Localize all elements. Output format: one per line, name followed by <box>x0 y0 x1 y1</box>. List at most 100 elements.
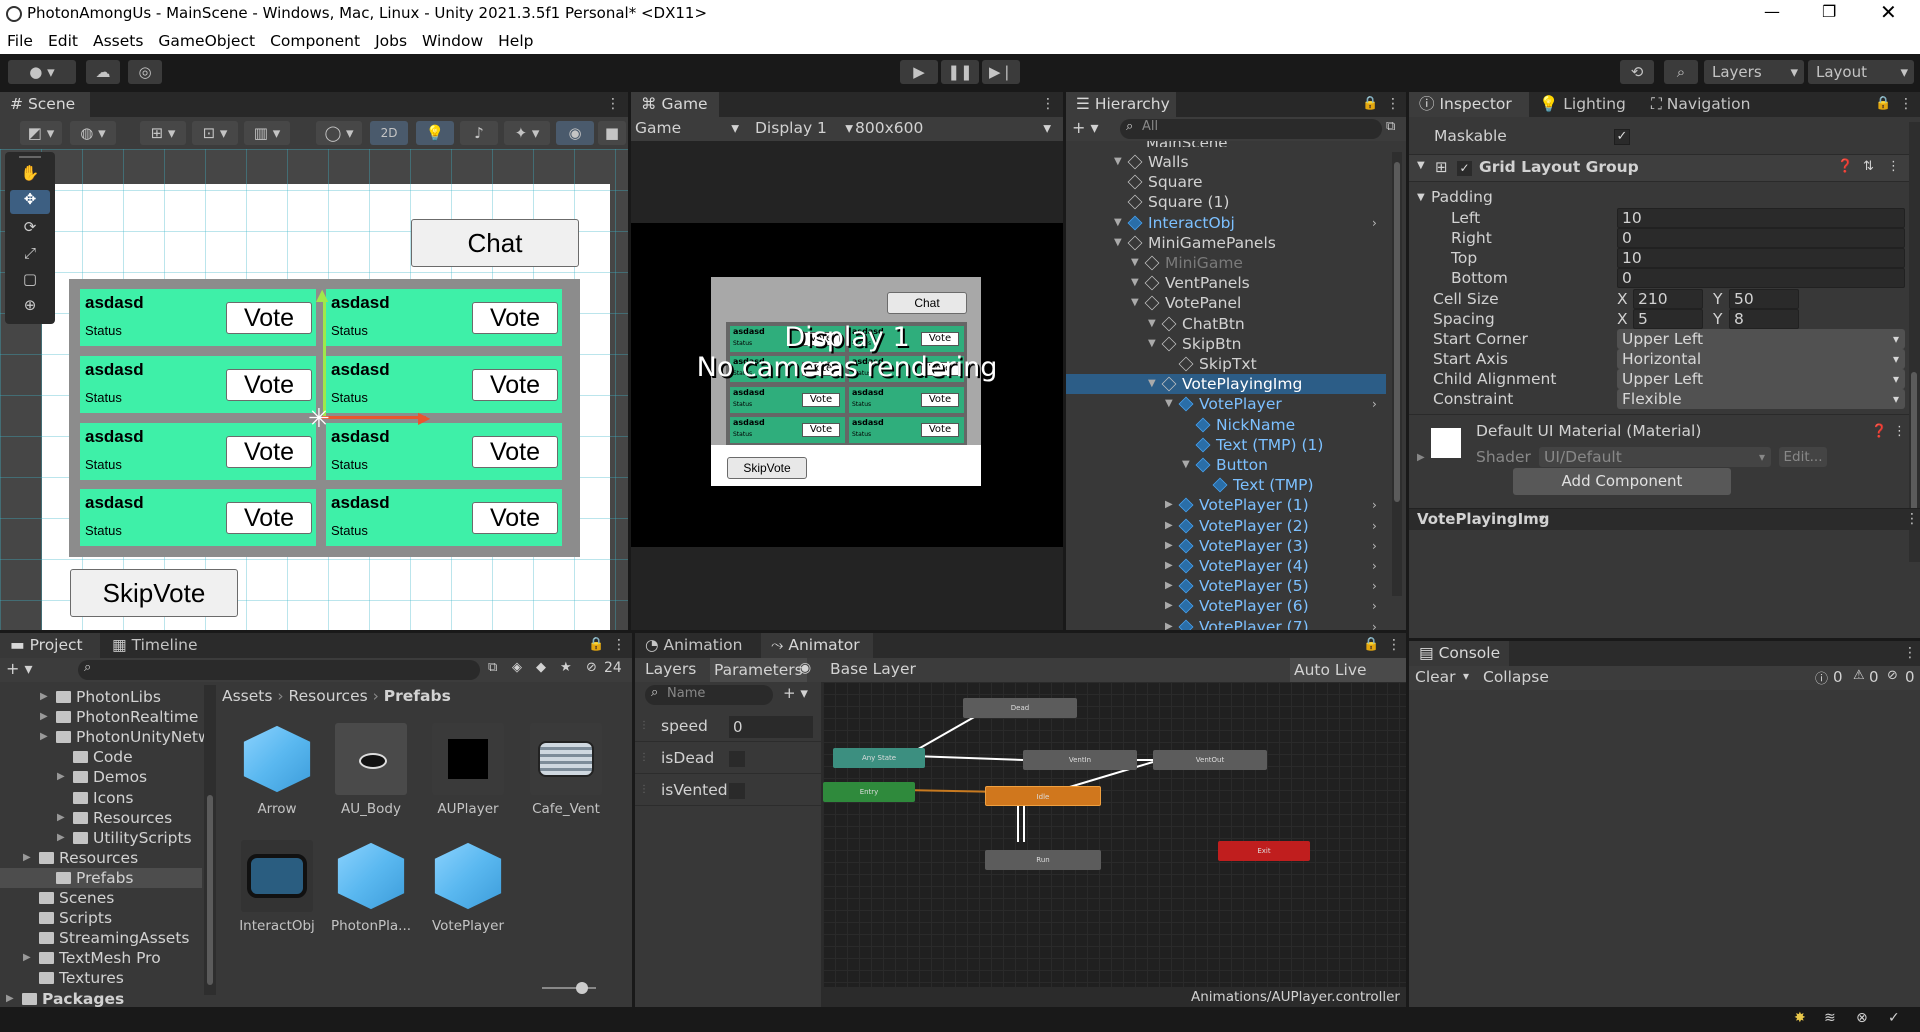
animator-lock-icon[interactable]: 🔒 <box>1363 637 1379 652</box>
globe-icon[interactable]: ◍ ▾ <box>70 121 116 145</box>
component-menu-icon[interactable]: ⋮ <box>1887 159 1900 174</box>
inspector-scrollbar[interactable] <box>1909 122 1920 562</box>
help-icon[interactable]: ❓ <box>1837 159 1853 174</box>
project-folder[interactable]: Code <box>0 747 202 767</box>
inspector-menu-icon[interactable]: ⋮ <box>1899 96 1913 112</box>
prefab-open-icon[interactable]: › <box>1372 596 1377 616</box>
folder-arrow-icon[interactable]: ▶ <box>57 808 65 828</box>
state-node[interactable]: VentIn <box>1023 750 1137 770</box>
expand-arrow-icon[interactable]: ▼ <box>1131 273 1139 293</box>
breadcrumb-resources[interactable]: Resources <box>289 687 368 705</box>
param-value-field[interactable]: 0 <box>729 716 813 738</box>
tab-game[interactable]: ⌘ Game <box>631 92 719 117</box>
vote-button[interactable]: Vote <box>226 369 312 401</box>
preset-icon[interactable]: ⇅ <box>1863 159 1874 174</box>
transform-tool-icon[interactable]: ⊕ <box>15 296 45 318</box>
state-node[interactable]: Exit <box>1218 841 1310 861</box>
expand-arrow-icon[interactable]: ▶ <box>1165 596 1173 616</box>
shader-dropdown[interactable]: UI/Default <box>1539 447 1771 467</box>
cell-size-x-field[interactable]: 210 <box>1633 289 1703 309</box>
footer-object-label[interactable]: VotePlayingImg <box>1417 510 1550 528</box>
parameter-row[interactable]: ⋮ isVented <box>635 776 821 806</box>
project-folder[interactable]: Scenes <box>0 888 202 908</box>
tab-inspector[interactable]: ⓘ Inspector <box>1409 92 1529 117</box>
layers-tab[interactable]: Layers <box>645 660 696 678</box>
hidden-packages-icon[interactable]: ⊘ <box>586 660 597 675</box>
rotate-tool-icon[interactable]: ⟳ <box>15 218 45 240</box>
tab-animation[interactable]: ◔ Animation <box>635 633 759 658</box>
hierarchy-item[interactable]: ▼ ChatBtn <box>1066 314 1386 334</box>
hierarchy-item[interactable]: NickName <box>1066 415 1386 435</box>
hierarchy-item[interactable]: ▼ VentPanels <box>1066 273 1386 293</box>
parameter-row[interactable]: ⋮ speed 0 <box>635 712 821 742</box>
search-filter-icon[interactable]: ⧉ <box>488 660 497 675</box>
material-help-icon[interactable]: ❓ <box>1871 424 1887 439</box>
asset-item[interactable]: AU_Body <box>326 723 416 817</box>
expand-arrow-icon[interactable]: ▼ <box>1165 394 1173 414</box>
expand-arrow-icon[interactable]: ▼ <box>1131 293 1139 313</box>
tab-console[interactable]: ▤ Console <box>1409 641 1509 666</box>
hierarchy-item[interactable]: ▼ VotePanel <box>1066 293 1386 313</box>
material-menu-icon[interactable]: ⋮ <box>1893 424 1906 439</box>
spacing-x-field[interactable]: 5 <box>1633 309 1703 329</box>
vote-button[interactable]: Vote <box>472 302 558 334</box>
project-folder[interactable]: Prefabs <box>0 867 202 888</box>
prefab-open-icon[interactable]: › <box>1372 213 1377 233</box>
project-folder[interactable]: ▶ UtilityScripts <box>0 828 202 848</box>
move-snap-icon[interactable]: ⊞ ▾ <box>140 121 186 145</box>
layers-status-icon[interactable]: ≋ <box>1824 1010 1836 1026</box>
param-search[interactable]: ⌕ Name <box>645 685 773 705</box>
expand-arrow-icon[interactable]: ▼ <box>1114 213 1122 233</box>
console-menu-icon[interactable]: ⋮ <box>1903 645 1917 661</box>
menu-item[interactable]: File <box>0 29 41 54</box>
asset-item[interactable]: InteractObj <box>232 840 322 934</box>
asset-item[interactable]: Cafe_Vent <box>521 723 611 817</box>
project-folder[interactable]: StreamingAssets <box>0 928 202 948</box>
hierarchy-item[interactable]: Square (1) <box>1066 192 1386 212</box>
expand-arrow-icon[interactable]: ▶ <box>1165 516 1173 536</box>
step-button[interactable]: ▶❘ <box>982 60 1020 84</box>
add-parameter-icon[interactable]: + ▾ <box>783 684 808 702</box>
vote-button[interactable]: Vote <box>226 502 312 534</box>
scene-chat-button[interactable]: Chat <box>411 219 579 267</box>
folder-arrow-icon[interactable]: ▶ <box>57 767 65 787</box>
menu-item[interactable]: Edit <box>41 29 86 54</box>
inspector-lock-icon[interactable]: 🔒 <box>1875 96 1891 111</box>
state-node[interactable]: Idle <box>985 786 1101 806</box>
folder-arrow-icon[interactable]: ▶ <box>6 989 14 1009</box>
expand-arrow-icon[interactable]: ▶ <box>1165 556 1173 576</box>
animator-menu-icon[interactable]: ⋮ <box>1387 637 1401 653</box>
state-node[interactable]: Entry <box>823 782 915 802</box>
audio-toggle-icon[interactable]: ♪ <box>460 121 498 145</box>
padding-right-field[interactable]: 0 <box>1617 228 1905 248</box>
hierarchy-scrollbar[interactable] <box>1392 152 1402 596</box>
hierarchy-menu-icon[interactable]: ⋮ <box>1386 96 1400 112</box>
layers-dropdown[interactable]: Layers ▾ <box>1704 60 1804 84</box>
pause-button[interactable]: ❚❚ <box>941 60 979 84</box>
search-icon[interactable]: ⌕ <box>1664 60 1698 84</box>
scale-tool-icon[interactable]: ⤢ <box>15 244 45 266</box>
check-icon[interactable]: ✓ <box>1888 1010 1900 1026</box>
folder-arrow-icon[interactable]: ▶ <box>40 687 48 707</box>
prefab-open-icon[interactable]: › <box>1372 576 1377 596</box>
game-mode-dropdown[interactable]: Game ▾ <box>635 119 741 137</box>
project-folder[interactable]: Textures <box>0 968 202 988</box>
hierarchy-item[interactable]: Text (TMP) <box>1066 475 1386 495</box>
collab-icon[interactable]: ◎ <box>128 60 162 84</box>
project-folder[interactable]: ▶ PhotonRealtime <box>0 707 202 727</box>
auto-live-link-button[interactable]: Auto Live Link <box>1290 658 1406 703</box>
project-search[interactable]: ⌕ <box>78 660 480 680</box>
vote-button[interactable]: Vote <box>226 302 312 334</box>
tab-timeline[interactable]: ▦ Timeline <box>102 633 212 658</box>
expand-arrow-icon[interactable]: ▼ <box>1131 253 1139 273</box>
tab-project[interactable]: ▬ Project <box>0 633 100 658</box>
spacing-y-field[interactable]: 8 <box>1729 309 1799 329</box>
footer-dropdown-icon[interactable]: ▾ <box>1539 511 1545 525</box>
hierarchy-item[interactable]: ▶ VotePlayer (4) › <box>1066 556 1386 576</box>
hierarchy-item[interactable]: ▼ VotePlayer › <box>1066 394 1386 414</box>
project-folder[interactable]: ▶ Demos <box>0 767 202 787</box>
folder-arrow-icon[interactable]: ▶ <box>57 828 65 848</box>
scene-filter-icon[interactable]: ⧉ <box>1386 119 1395 134</box>
foldout-arrow-icon[interactable]: ▼ <box>1417 160 1425 171</box>
drag-handle-icon[interactable]: ⋮ <box>639 784 649 795</box>
